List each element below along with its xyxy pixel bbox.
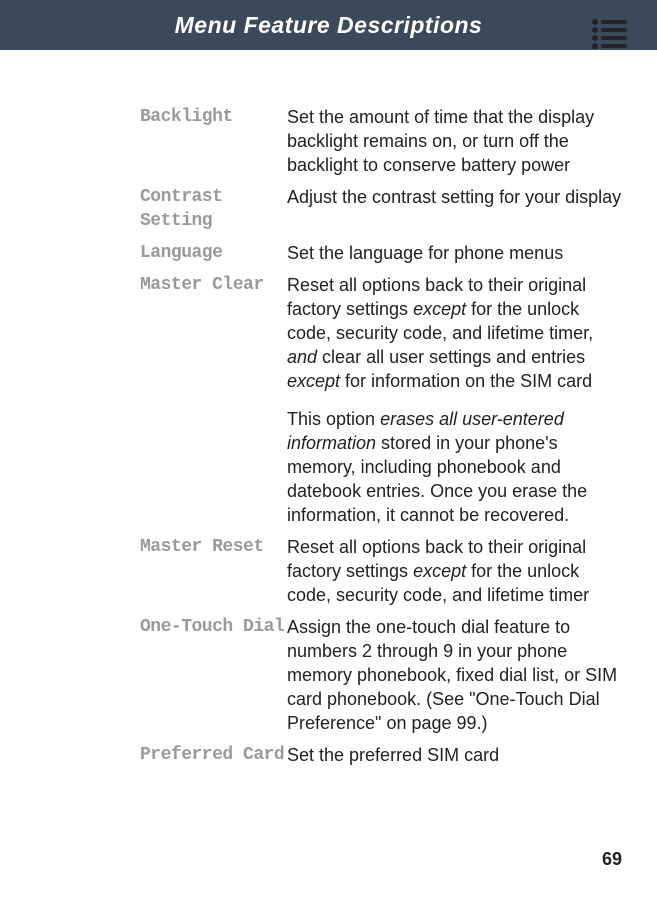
feature-term: Preferred Card [140, 743, 287, 767]
feature-term: Backlight [140, 105, 287, 177]
definition-row: One-Touch DialAssign the one-touch dial … [140, 615, 622, 735]
feature-description: Set the amount of time that the display … [287, 105, 622, 177]
text-segment: clear all user settings and entries [317, 347, 585, 367]
page-title: Menu Feature Descriptions [175, 12, 483, 39]
feature-description: Adjust the contrast setting for your dis… [287, 185, 622, 233]
description-paragraph: Reset all options back to their original… [287, 535, 622, 607]
text-segment: except [413, 561, 466, 581]
feature-term: Master Reset [140, 535, 287, 607]
description-paragraph: Set the preferred SIM card [287, 743, 622, 767]
text-segment: Set the preferred SIM card [287, 745, 499, 765]
feature-term: Language [140, 241, 287, 265]
description-paragraph: Set the amount of time that the display … [287, 105, 622, 177]
feature-term: One-Touch Dial [140, 615, 287, 735]
description-paragraph: Reset all options back to their original… [287, 273, 622, 393]
definition-row: Preferred CardSet the preferred SIM card [140, 743, 622, 767]
text-segment: Adjust the contrast setting for your dis… [287, 187, 621, 207]
list-icon [591, 18, 629, 50]
feature-description: Set the language for phone menus [287, 241, 622, 265]
definition-row: Master ClearReset all options back to th… [140, 273, 622, 527]
text-segment: except [413, 299, 466, 319]
page-number: 69 [602, 849, 622, 870]
feature-description: Reset all options back to their original… [287, 535, 622, 607]
feature-description: Assign the one-touch dial feature to num… [287, 615, 622, 735]
feature-description: Reset all options back to their original… [287, 273, 622, 527]
description-paragraph: Set the language for phone menus [287, 241, 622, 265]
feature-term: Contrast Setting [140, 185, 287, 233]
text-segment: except [287, 371, 340, 391]
definition-row: Master ResetReset all options back to th… [140, 535, 622, 607]
description-paragraph: Adjust the contrast setting for your dis… [287, 185, 622, 209]
text-segment: Assign the one-touch dial feature to num… [287, 617, 617, 733]
feature-description: Set the preferred SIM card [287, 743, 622, 767]
text-segment: Set the amount of time that the display … [287, 107, 594, 175]
content-area: BacklightSet the amount of time that the… [0, 50, 657, 795]
text-segment: Set the language for phone menus [287, 243, 563, 263]
feature-term: Master Clear [140, 273, 287, 527]
description-paragraph: Assign the one-touch dial feature to num… [287, 615, 622, 735]
header-bar: Menu Feature Descriptions [0, 0, 657, 50]
definition-row: BacklightSet the amount of time that the… [140, 105, 622, 177]
text-segment: This option [287, 409, 380, 429]
text-segment: and [287, 347, 317, 367]
text-segment: for information on the SIM card [340, 371, 592, 391]
definition-row: LanguageSet the language for phone menus [140, 241, 622, 265]
description-paragraph: This option erases all user-entered info… [287, 407, 622, 527]
definition-row: Contrast SettingAdjust the contrast sett… [140, 185, 622, 233]
